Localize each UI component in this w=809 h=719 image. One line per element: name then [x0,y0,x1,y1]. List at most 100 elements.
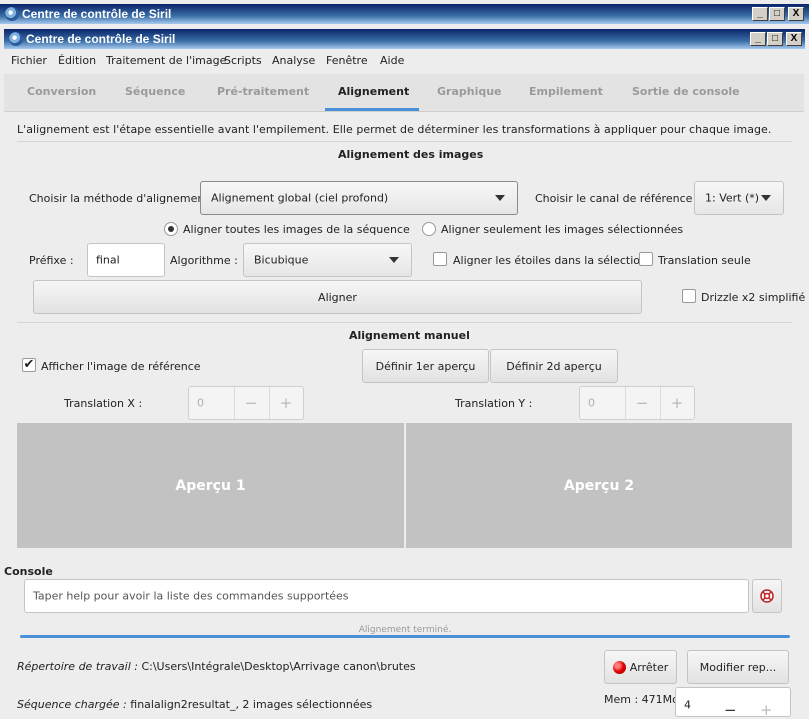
inner-close-button[interactable]: X [786,32,802,46]
menu-fichier[interactable]: Fichier [11,54,47,67]
plus-icon[interactable]: + [662,394,692,412]
menu-aide[interactable]: Aide [380,54,404,67]
outer-close-button[interactable]: X [788,7,804,21]
check-stars-selection-label: Aligner les étoiles dans la sélection [453,254,648,267]
stop-button[interactable]: Arrêter [604,650,677,684]
plus-icon[interactable]: + [271,394,301,412]
tab-pretraitement[interactable]: Pré-traitement [217,85,309,98]
workdir-value: C:\Users\Intégrale\Desktop\Arrivage cano… [141,660,416,673]
translation-y-label: Translation Y : [455,397,533,410]
chevron-down-icon [389,257,399,263]
radio-align-all-label: Aligner toutes les images de la séquence [183,223,410,236]
inner-maximize-button[interactable]: □ [767,32,783,46]
method-label: Choisir la méthode d'alignement : [29,192,216,205]
radio-align-all[interactable] [164,222,178,236]
manual-section-title: Alignement manuel [349,329,470,342]
tab-bar: Conversion Séquence Pré-traitement Align… [4,74,804,112]
inner-minimize-button[interactable]: _ [750,32,766,46]
method-combo-value: Alignement global (ciel profond) [211,191,389,205]
check-drizzle-label: Drizzle x2 simplifié [701,291,806,304]
prefix-label: Préfixe : [29,254,74,267]
translation-y-spin[interactable]: 0 − + [579,386,695,420]
method-combo[interactable]: Alignement global (ciel profond) [200,181,518,215]
workdir-label: Répertoire de travail : [17,660,138,673]
channel-combo[interactable]: 1: Vert (*) [694,181,784,215]
checkmark-icon: ✔ [23,357,35,372]
check-drizzle[interactable] [682,289,696,303]
progress-text: Alignement terminé. [358,625,452,635]
help-lifebuoy-icon [760,589,774,603]
tab-graphique[interactable]: Graphique [437,85,502,98]
minus-icon[interactable]: − [236,394,266,412]
modify-dir-button[interactable]: Modifier rep... [687,650,789,684]
tab-empilement[interactable]: Empilement [529,85,603,98]
divider [17,141,792,142]
radio-align-selected[interactable] [422,222,436,236]
tab-sortie-console[interactable]: Sortie de console [632,85,740,98]
check-stars-selection[interactable] [433,252,447,266]
preview-2-area[interactable]: Aperçu 2 [406,423,792,548]
divider [269,387,270,419]
divider [625,387,626,419]
algo-label: Algorithme : [170,254,238,267]
outer-window-title: Centre de contrôle de Siril [22,7,172,21]
chevron-down-icon [761,195,771,201]
minus-icon[interactable]: − [627,394,657,412]
console-input[interactable]: Taper help pour avoir la liste des comma… [24,579,749,613]
prefix-input-value: final [96,253,120,267]
align-button[interactable]: Aligner [33,280,642,314]
set-preview2-button[interactable]: Définir 2d aperçu [490,349,618,383]
check-translation-only-label: Translation seule [658,254,751,267]
menu-scripts[interactable]: Scripts [224,54,262,67]
tab-alignement[interactable]: Alignement [338,85,409,98]
tab-conversion[interactable]: Conversion [27,85,96,98]
tab-sequence[interactable]: Séquence [125,85,185,98]
translation-y-value: 0 [588,396,595,410]
workdir-line: Répertoire de travail : C:\Users\Intégra… [17,660,416,673]
outer-title-bar: Centre de contrôle de Siril _ □ X [0,4,809,24]
memory-label: Mem : 471Mo [604,693,679,706]
active-tab-indicator [325,108,419,111]
divider [660,387,661,419]
preview-1-area[interactable]: Aperçu 1 [17,423,404,548]
siril-app-icon [9,32,23,46]
chevron-down-icon [495,195,505,201]
menu-edition[interactable]: Édition [58,54,96,67]
translation-x-spin[interactable]: 0 − + [188,386,304,420]
divider [17,322,792,323]
divider [234,387,235,419]
sequence-line: Séquence chargée : finalalign2resultat_,… [17,698,372,711]
check-show-reference-label: Afficher l'image de référence [41,360,201,373]
console-title: Console [4,565,53,578]
translation-x-value: 0 [197,396,204,410]
threads-value: 4 [684,698,691,712]
algo-combo[interactable]: Bicubique [243,243,412,277]
progress-bar [20,635,790,638]
prefix-input[interactable]: final [87,243,165,277]
minus-icon[interactable]: − [724,701,737,719]
console-input-placeholder: Taper help pour avoir la liste des comma… [33,589,349,603]
check-translation-only[interactable] [639,252,653,266]
menu-fenetre[interactable]: Fenêtre [326,54,368,67]
translation-x-label: Translation X : [64,397,143,410]
help-button[interactable] [752,579,782,613]
outer-minimize-button[interactable]: _ [752,7,768,21]
algo-combo-value: Bicubique [254,253,309,267]
channel-combo-value: 1: Vert (*) [705,191,760,205]
check-show-reference[interactable]: ✔ [22,358,36,372]
registration-section-title: Alignement des images [338,148,484,161]
inner-title-bar: Centre de contrôle de Siril _ □ X [4,29,805,49]
outer-maximize-button[interactable]: □ [769,7,785,21]
intro-text: L'alignement est l'étape essentielle ava… [17,123,772,136]
set-preview1-button[interactable]: Définir 1er aperçu [362,349,489,383]
channel-label: Choisir le canal de référence : [535,192,700,205]
inner-window-title: Centre de contrôle de Siril [26,32,176,46]
siril-app-icon [5,7,19,21]
radio-align-selected-label: Aligner seulement les images sélectionné… [441,223,684,236]
menu-traitement[interactable]: Traitement de l'image [106,54,226,67]
menu-analyse[interactable]: Analyse [272,54,315,67]
plus-icon[interactable]: + [760,701,773,719]
menu-bar: Fichier Édition Traitement de l'image Sc… [4,51,804,71]
stop-red-icon [612,660,626,674]
sequence-value: finalalign2resultat_, 2 images sélection… [130,698,373,711]
